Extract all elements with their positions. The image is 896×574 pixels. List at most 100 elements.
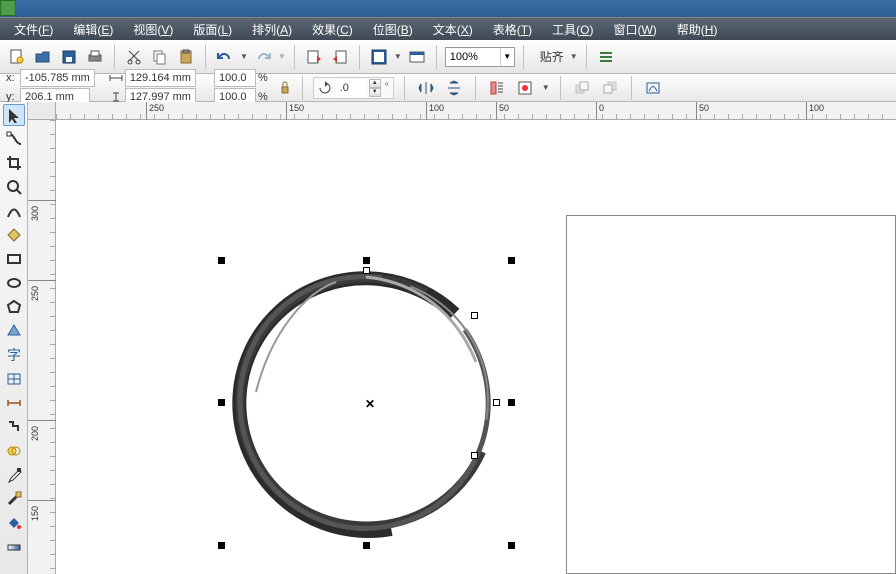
launcher-dropdown-icon[interactable]: ▼ bbox=[394, 52, 402, 61]
pick-tool-button[interactable] bbox=[3, 104, 25, 126]
fill-tool-icon bbox=[6, 515, 22, 531]
options-button[interactable] bbox=[595, 46, 617, 68]
fill-tool-button[interactable] bbox=[3, 512, 25, 534]
menu-x[interactable]: 文本(X) bbox=[423, 19, 483, 40]
welcome-screen-button[interactable] bbox=[406, 46, 428, 68]
width-field[interactable]: 129.164 mm bbox=[125, 69, 196, 87]
import-icon bbox=[306, 49, 322, 65]
selection-handle[interactable] bbox=[218, 542, 225, 549]
outline-tool-button[interactable] bbox=[3, 488, 25, 510]
rot-spin-up[interactable]: ▲ bbox=[369, 79, 381, 88]
menu-a[interactable]: 排列(A) bbox=[242, 19, 302, 40]
dimension-tool-icon bbox=[6, 395, 22, 411]
titlebar bbox=[0, 0, 896, 18]
import-button[interactable] bbox=[303, 46, 325, 68]
toolbar-separator bbox=[586, 45, 587, 69]
eyedropper-button[interactable] bbox=[3, 464, 25, 486]
selection-handle[interactable] bbox=[508, 257, 515, 264]
table-tool-button[interactable] bbox=[3, 368, 25, 390]
dimension-tool-button[interactable] bbox=[3, 392, 25, 414]
app-launcher-button[interactable] bbox=[368, 46, 390, 68]
lock-ratio-icon[interactable] bbox=[278, 79, 292, 97]
snap-dropdown-icon[interactable]: ▼ bbox=[570, 52, 578, 61]
wrap-paragraph-button[interactable] bbox=[486, 77, 508, 99]
crop-tool-button[interactable] bbox=[3, 152, 25, 174]
trace-bitmap-button[interactable] bbox=[514, 77, 536, 99]
open-button[interactable] bbox=[32, 46, 54, 68]
interactive-fill-button[interactable] bbox=[3, 536, 25, 558]
vertical-ruler[interactable]: 300250200150 bbox=[28, 120, 56, 574]
copy-button[interactable] bbox=[149, 46, 171, 68]
ruler-origin[interactable] bbox=[28, 102, 56, 120]
menubar: 文件(F)编辑(E)视图(V)版面(L)排列(A)效果(C)位图(B)文本(X)… bbox=[0, 18, 896, 40]
object-node-handle[interactable] bbox=[471, 312, 478, 319]
basic-shapes-button[interactable] bbox=[3, 320, 25, 342]
text-tool-button[interactable]: 字 bbox=[3, 344, 25, 366]
scale-x-field[interactable]: 100.0 bbox=[214, 69, 256, 87]
selection-center-icon: ✕ bbox=[365, 397, 375, 411]
page-boundary bbox=[566, 215, 896, 574]
menu-o[interactable]: 工具(O) bbox=[542, 19, 603, 40]
cut-icon bbox=[126, 49, 142, 65]
export-button[interactable] bbox=[329, 46, 351, 68]
redo-dropdown-icon[interactable]: ▼ bbox=[278, 52, 286, 61]
toolbar-separator bbox=[475, 76, 476, 100]
freehand-tool-button[interactable] bbox=[3, 200, 25, 222]
mirror-horizontal-button[interactable] bbox=[415, 77, 437, 99]
convert-curve-icon bbox=[645, 80, 661, 96]
rotation-field[interactable]: .0 ▲ ▼ ° bbox=[313, 77, 394, 99]
snap-label[interactable]: 贴齐 bbox=[540, 48, 564, 65]
selection-handle[interactable] bbox=[363, 257, 370, 264]
convert-to-curves-button[interactable] bbox=[642, 77, 664, 99]
ellipse-tool-button[interactable] bbox=[3, 272, 25, 294]
object-node-handle[interactable] bbox=[363, 267, 370, 274]
selection-handle[interactable] bbox=[218, 399, 225, 406]
mirror-vertical-button[interactable] bbox=[443, 77, 465, 99]
object-node-handle[interactable] bbox=[471, 452, 478, 459]
undo-dropdown-icon[interactable]: ▼ bbox=[240, 52, 248, 61]
shape-tool-button[interactable] bbox=[3, 128, 25, 150]
trace-dropdown-icon[interactable]: ▼ bbox=[542, 83, 550, 92]
rectangle-tool-button[interactable] bbox=[3, 248, 25, 270]
save-button[interactable] bbox=[58, 46, 80, 68]
print-button[interactable] bbox=[84, 46, 106, 68]
drawing-canvas[interactable]: ✕ bbox=[56, 120, 896, 574]
connector-tool-button[interactable] bbox=[3, 416, 25, 438]
rot-spin-down[interactable]: ▼ bbox=[369, 88, 381, 97]
menu-f[interactable]: 文件(F) bbox=[4, 19, 63, 40]
polygon-tool-button[interactable] bbox=[3, 296, 25, 318]
selection-handle[interactable] bbox=[508, 399, 515, 406]
canvas-area[interactable]: 25015010050050100150 300250200150 bbox=[28, 102, 896, 574]
paste-button[interactable] bbox=[175, 46, 197, 68]
zoom-input[interactable] bbox=[446, 51, 500, 63]
menu-c[interactable]: 效果(C) bbox=[302, 19, 363, 40]
text-tool-icon: 字 bbox=[6, 347, 22, 363]
horizontal-ruler[interactable]: 25015010050050100150 bbox=[56, 102, 896, 120]
menu-v[interactable]: 视图(V) bbox=[123, 19, 183, 40]
undo-button[interactable] bbox=[214, 46, 236, 68]
selection-handle[interactable] bbox=[508, 542, 515, 549]
x-position-field[interactable]: -105.785 mm bbox=[20, 69, 95, 87]
cut-button[interactable] bbox=[123, 46, 145, 68]
open-icon bbox=[35, 49, 51, 65]
zoom-tool-button[interactable] bbox=[3, 176, 25, 198]
menu-h[interactable]: 帮助(H) bbox=[667, 19, 728, 40]
new-doc-button[interactable] bbox=[6, 46, 28, 68]
menu-e[interactable]: 编辑(E) bbox=[63, 19, 123, 40]
object-node-handle[interactable] bbox=[493, 399, 500, 406]
menu-b[interactable]: 位图(B) bbox=[363, 19, 423, 40]
effects-tool-icon bbox=[6, 443, 22, 459]
smart-fill-button[interactable] bbox=[3, 224, 25, 246]
redo-button[interactable] bbox=[252, 46, 274, 68]
menu-t[interactable]: 表格(T) bbox=[483, 19, 542, 40]
zoom-combo[interactable]: ▼ bbox=[445, 47, 515, 67]
effects-tool-button[interactable] bbox=[3, 440, 25, 462]
menu-w[interactable]: 窗口(W) bbox=[603, 19, 666, 40]
toolbar-separator bbox=[436, 45, 437, 69]
menu-l[interactable]: 版面(L) bbox=[183, 19, 242, 40]
selection-handle[interactable] bbox=[363, 542, 370, 549]
to-back-button[interactable] bbox=[599, 77, 621, 99]
to-front-button[interactable] bbox=[571, 77, 593, 99]
zoom-dropdown-icon[interactable]: ▼ bbox=[500, 48, 514, 66]
selection-handle[interactable] bbox=[218, 257, 225, 264]
